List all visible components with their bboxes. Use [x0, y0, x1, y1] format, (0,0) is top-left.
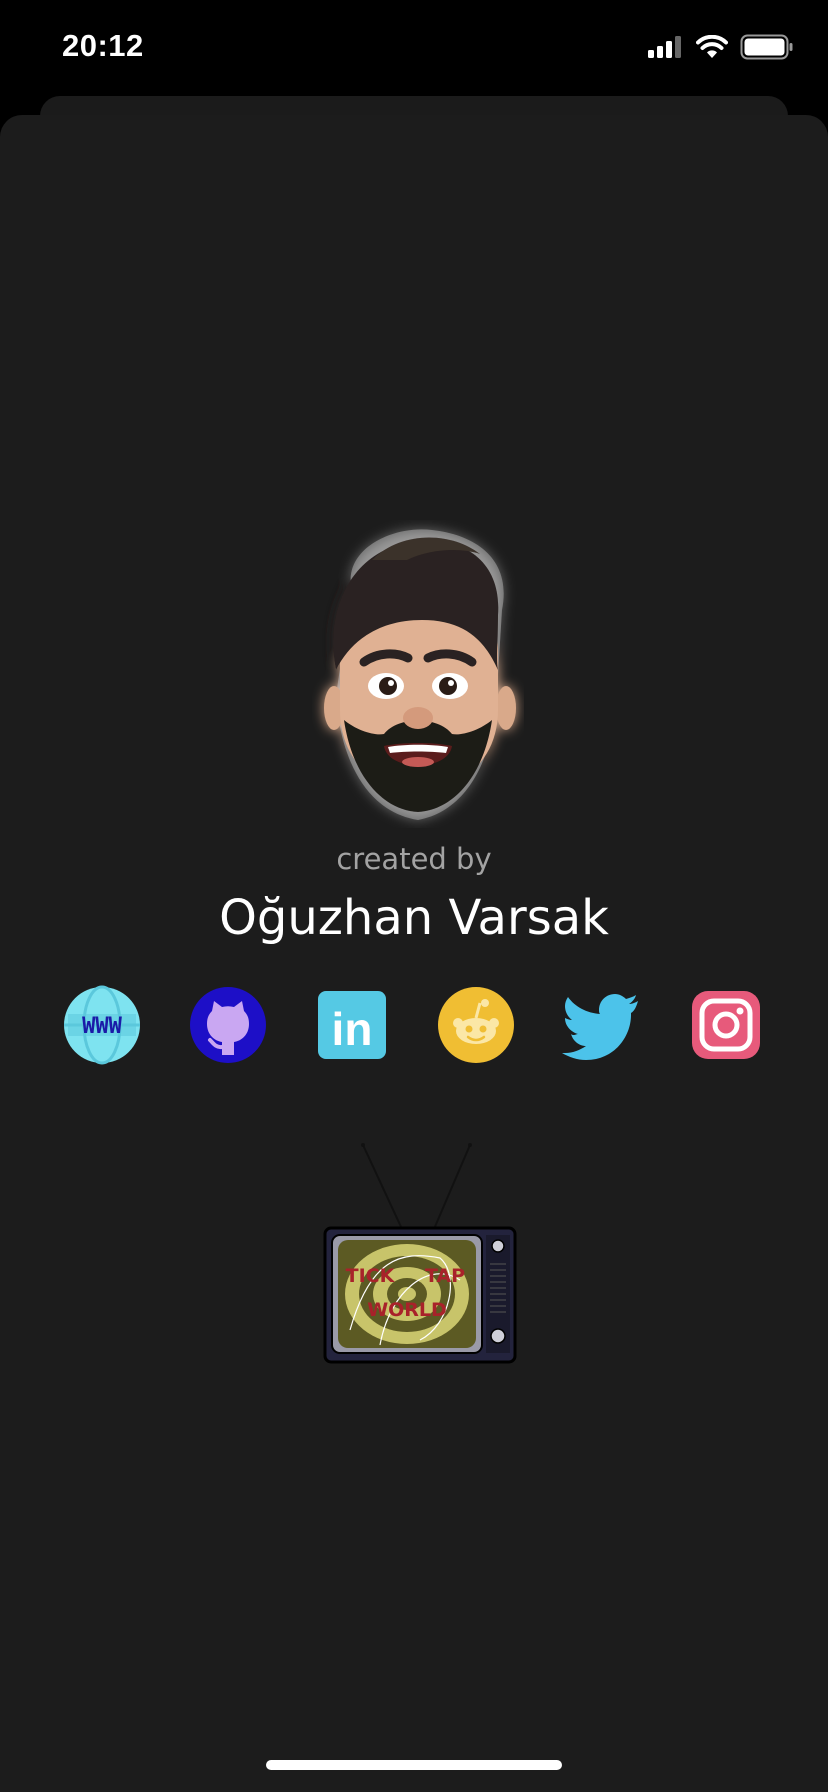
battery-icon: [740, 34, 793, 60]
status-bar: 20:12: [0, 0, 828, 96]
about-sheet: [0, 115, 828, 1792]
screen: 20:12 created by Oğuzhan Varsak WWW in T…: [0, 0, 828, 1792]
tv-screen-text-2: TAP: [425, 1265, 465, 1287]
www-globe-icon: WWW: [64, 985, 140, 1065]
www-text: WWW: [82, 1014, 122, 1039]
status-time: 20:12: [62, 28, 144, 63]
retro-tv-icon: TICK TAP WORLD: [323, 1143, 517, 1364]
wifi-icon: [696, 35, 728, 58]
twitter-bird-icon: [562, 994, 638, 1060]
linkedin-text: in: [332, 1003, 373, 1055]
author-name: Oğuzhan Varsak: [219, 890, 609, 946]
reddit-link[interactable]: [436, 985, 516, 1065]
twitter-link[interactable]: [562, 985, 642, 1065]
instagram-link[interactable]: [686, 985, 766, 1065]
github-octocat-icon: [190, 987, 266, 1063]
website-link[interactable]: WWW: [62, 985, 142, 1065]
linkedin-link[interactable]: in: [312, 985, 392, 1065]
linkedin-icon: in: [318, 991, 386, 1059]
instagram-camera-icon: [692, 991, 760, 1059]
reddit-alien-icon: [438, 987, 514, 1063]
cellular-signal-icon: [648, 36, 681, 58]
created-by-label: created by: [336, 842, 492, 876]
status-icons: [648, 34, 794, 60]
memoji-avatar: [324, 529, 516, 820]
tv-screen-text-3: WORLD: [367, 1299, 447, 1321]
tv-screen-text-1: TICK: [346, 1265, 396, 1287]
github-link[interactable]: [188, 985, 268, 1065]
social-links-row: WWW in: [0, 985, 828, 1065]
home-indicator[interactable]: [266, 1760, 562, 1770]
